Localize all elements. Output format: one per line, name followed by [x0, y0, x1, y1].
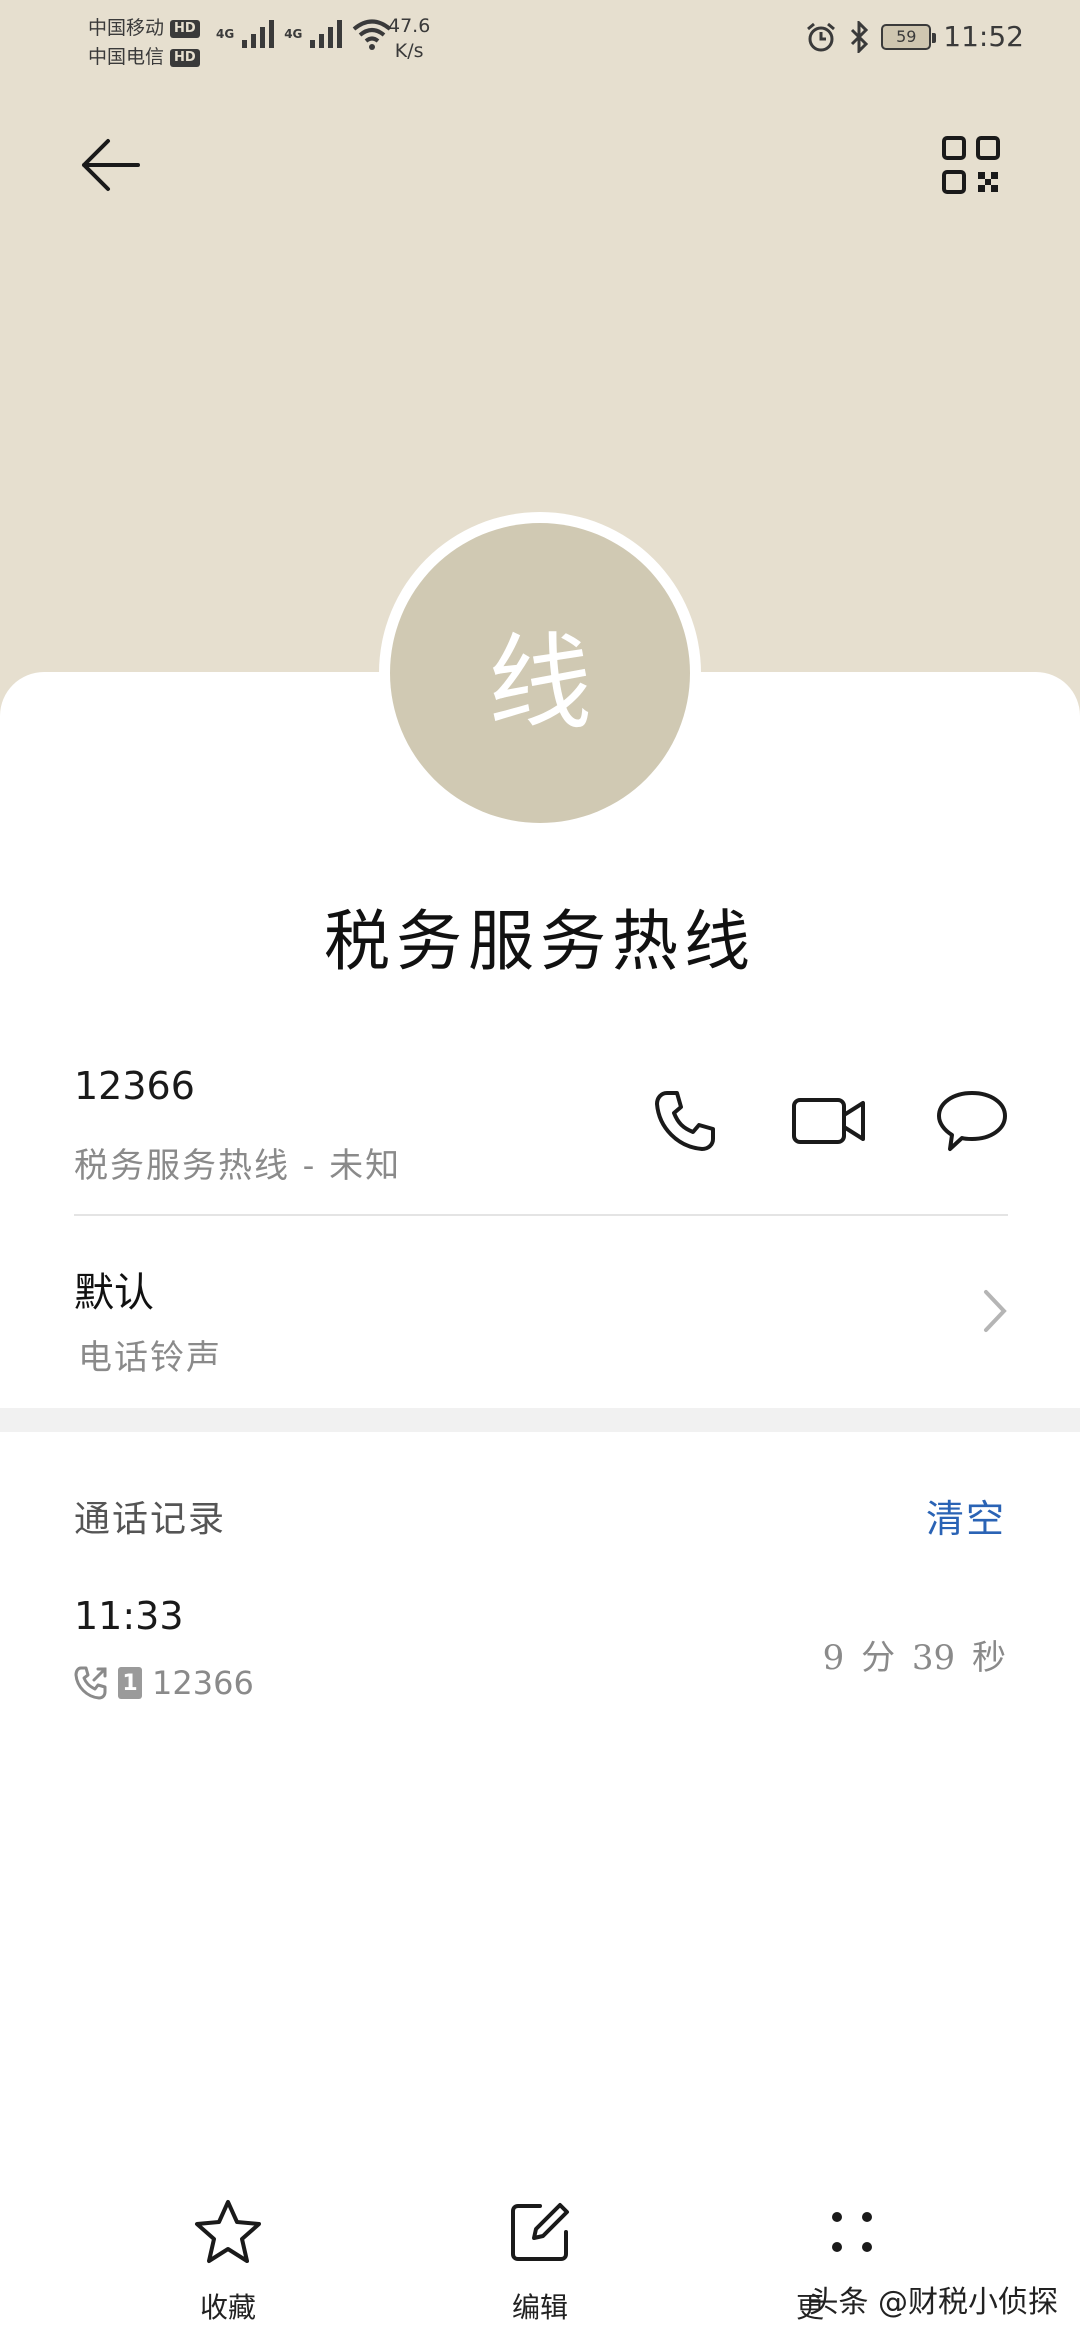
avatar-initial: 线 — [487, 621, 592, 744]
phone-number[interactable]: 12366 — [74, 1064, 195, 1108]
signal-bars-icon — [242, 20, 275, 48]
qr-code-icon — [942, 136, 1000, 194]
call-time: 11:33 — [74, 1594, 184, 1638]
more-dots-icon — [832, 2212, 872, 2252]
arrow-left-icon — [82, 139, 140, 191]
video-call-button[interactable] — [790, 1088, 868, 1154]
signal-bars-icon — [310, 20, 343, 48]
favorite-button[interactable]: 收藏 — [128, 2192, 328, 2326]
edit-button[interactable]: 编辑 — [440, 2192, 640, 2326]
network-type: 4G — [284, 27, 303, 41]
phone-icon — [655, 1091, 715, 1151]
call-log-title: 通话记录 — [74, 1499, 227, 1540]
bluetooth-icon — [851, 20, 869, 53]
speed-value: 47.6 — [388, 15, 431, 37]
edit-label: 编辑 — [511, 2291, 568, 2324]
call-button[interactable] — [648, 1088, 722, 1154]
wifi-icon — [353, 19, 392, 50]
star-icon — [195, 2200, 261, 2263]
call-duration: 9 分 39 秒 — [822, 1638, 1006, 1678]
call-meta: 1 12366 — [74, 1664, 254, 1702]
call-number: 12366 — [152, 1664, 254, 1702]
clock: 11:52 — [943, 20, 1024, 53]
back-button[interactable] — [70, 130, 150, 200]
ringtone-label: 电话铃声 — [78, 1338, 222, 1378]
edit-icon — [511, 2203, 569, 2261]
carrier-1: 中国移动 — [88, 17, 165, 39]
carrier-info: 中国移动 HD 中国电信 HD — [88, 14, 200, 72]
network-type: 4G — [216, 27, 235, 41]
signal-indicators: 4G 4G — [216, 18, 392, 50]
outgoing-call-icon — [74, 1666, 107, 1700]
alarm-icon — [807, 22, 836, 51]
favorite-label: 收藏 — [199, 2291, 256, 2324]
speed-unit: K/s — [394, 40, 424, 62]
sim-badge: 1 — [118, 1667, 142, 1699]
chevron-right-icon — [984, 1290, 1007, 1332]
hd-badge: HD — [170, 48, 200, 67]
battery-indicator: 59 — [881, 23, 937, 50]
hd-badge: HD — [170, 19, 200, 38]
clear-call-log-button[interactable]: 清空 — [926, 1488, 1006, 1543]
phone-number-label: 税务服务热线 - 未知 — [74, 1146, 402, 1186]
qr-code-button[interactable] — [938, 132, 1004, 198]
ringtone-value: 默认 — [74, 1270, 154, 1316]
message-bubble-icon — [937, 1091, 1007, 1151]
section-separator — [0, 1408, 1080, 1432]
status-right: 59 11:52 — [805, 20, 1024, 53]
message-button[interactable] — [932, 1088, 1012, 1154]
avatar: 线 — [390, 523, 690, 823]
battery-level: 59 — [896, 27, 917, 46]
network-speed: 47.6 K/s — [388, 14, 430, 64]
carrier-2: 中国电信 — [88, 46, 165, 68]
watermark: 头条 @财税小侦探 — [808, 2285, 1058, 2320]
contact-name: 税务服务热线 — [324, 903, 756, 980]
divider — [74, 1214, 1008, 1216]
video-camera-icon — [792, 1098, 865, 1144]
